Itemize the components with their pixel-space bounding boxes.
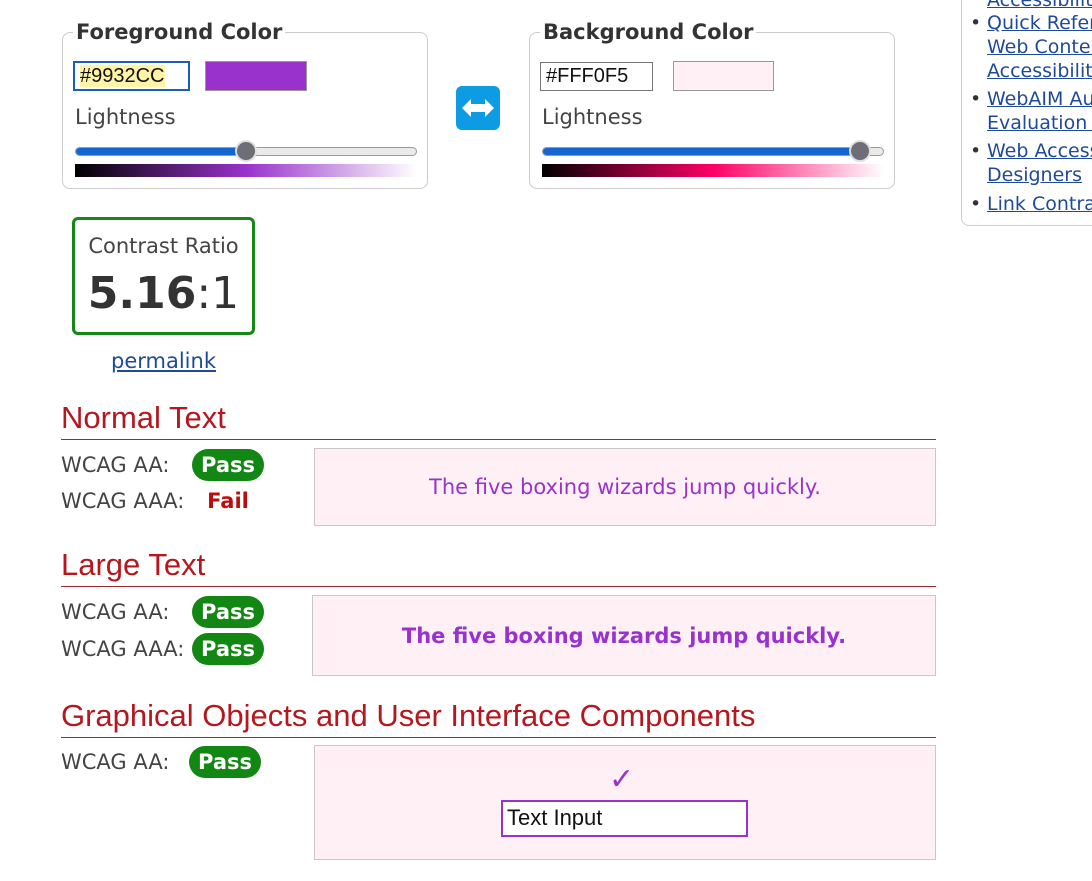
normal-aaa-fail-badge: Fail bbox=[207, 489, 249, 513]
foreground-color-title: Foreground Color bbox=[73, 19, 286, 45]
large-text-sample: The five boxing wizards jump quickly. bbox=[312, 595, 936, 676]
sidebar-link-webaim-audit-line1[interactable]: WebAIM Aud bbox=[987, 87, 1092, 111]
large-text-divider bbox=[61, 586, 936, 587]
sample-text-input[interactable]: Text Input bbox=[501, 800, 748, 837]
large-text-heading: Large Text bbox=[61, 547, 206, 582]
graphical-aa-pass-badge: Pass bbox=[189, 746, 261, 778]
foreground-lightness-gradient bbox=[75, 164, 417, 177]
normal-text-divider bbox=[61, 439, 936, 440]
contrast-ratio-label: Contrast Ratio bbox=[88, 234, 239, 258]
sidebar-link-quick-reference-line3[interactable]: Accessibility bbox=[987, 59, 1092, 83]
permalink-link[interactable]: permalink bbox=[111, 349, 216, 373]
background-color-panel: Background Color #FFF0F5 Lightness bbox=[529, 19, 895, 189]
foreground-hex-value: #9932CC bbox=[80, 65, 165, 87]
background-lightness-gradient bbox=[542, 164, 884, 177]
bullet-icon: • bbox=[970, 88, 982, 110]
normal-text-sample-text: The five boxing wizards jump quickly. bbox=[429, 475, 821, 499]
sidebar-link-quick-reference-line2[interactable]: Web Conten bbox=[987, 35, 1092, 59]
background-color-title: Background Color bbox=[540, 19, 757, 45]
normal-aa-pass-badge: Pass bbox=[192, 449, 264, 481]
contrast-ratio-value: 5.16:1 bbox=[75, 268, 252, 320]
background-lightness-slider[interactable] bbox=[542, 147, 884, 156]
sidebar-link-web-access-line1[interactable]: Web Access bbox=[987, 139, 1092, 163]
background-hex-input[interactable]: #FFF0F5 bbox=[540, 62, 653, 91]
foreground-lightness-label: Lightness bbox=[75, 105, 176, 129]
foreground-color-panel: Foreground Color #9932CC Lightness bbox=[62, 19, 428, 189]
swap-horizontal-arrows-icon bbox=[462, 99, 494, 117]
foreground-lightness-thumb[interactable] bbox=[235, 140, 257, 162]
sidebar-link-quick-reference-line1[interactable]: Quick Refere bbox=[987, 11, 1092, 35]
contrast-ratio-box: Contrast Ratio 5.16:1 bbox=[72, 217, 255, 335]
foreground-hex-input[interactable]: #9932CC bbox=[73, 61, 190, 91]
swap-colors-button[interactable] bbox=[456, 86, 500, 130]
graphical-aa-label: WCAG AA: bbox=[61, 750, 170, 774]
normal-aaa-label: WCAG AAA: bbox=[61, 489, 185, 513]
large-aaa-label: WCAG AAA: bbox=[61, 637, 185, 661]
foreground-color-swatch[interactable] bbox=[205, 61, 307, 91]
normal-aa-label: WCAG AA: bbox=[61, 453, 170, 477]
background-lightness-thumb[interactable] bbox=[849, 140, 872, 162]
background-color-swatch[interactable] bbox=[673, 61, 774, 91]
large-text-sample-text: The five boxing wizards jump quickly. bbox=[401, 623, 847, 648]
bullet-icon: • bbox=[970, 193, 982, 215]
sidebar-link-webaim-audit-line2[interactable]: Evaluation S bbox=[987, 111, 1092, 135]
checkmark-icon: ✓ bbox=[609, 762, 635, 797]
large-aaa-pass-badge: Pass bbox=[192, 633, 264, 665]
graphical-objects-heading: Graphical Objects and User Interface Com… bbox=[61, 698, 756, 733]
normal-text-heading: Normal Text bbox=[61, 400, 226, 435]
bullet-icon: • bbox=[970, 140, 982, 162]
contrast-ratio-number: 5.16 bbox=[87, 268, 197, 319]
background-hex-value: #FFF0F5 bbox=[546, 65, 629, 87]
graphical-objects-divider bbox=[61, 737, 936, 738]
sidebar-link-link-contrast[interactable]: Link Contras bbox=[987, 192, 1092, 216]
large-aa-pass-badge: Pass bbox=[192, 596, 264, 628]
contrast-ratio-suffix: :1 bbox=[196, 268, 240, 319]
sidebar-link-web-access-line2[interactable]: Designers bbox=[987, 163, 1082, 187]
normal-text-sample: The five boxing wizards jump quickly. bbox=[314, 448, 936, 526]
background-lightness-label: Lightness bbox=[542, 105, 643, 129]
large-aa-label: WCAG AA: bbox=[61, 600, 170, 624]
bullet-icon: • bbox=[970, 12, 982, 34]
